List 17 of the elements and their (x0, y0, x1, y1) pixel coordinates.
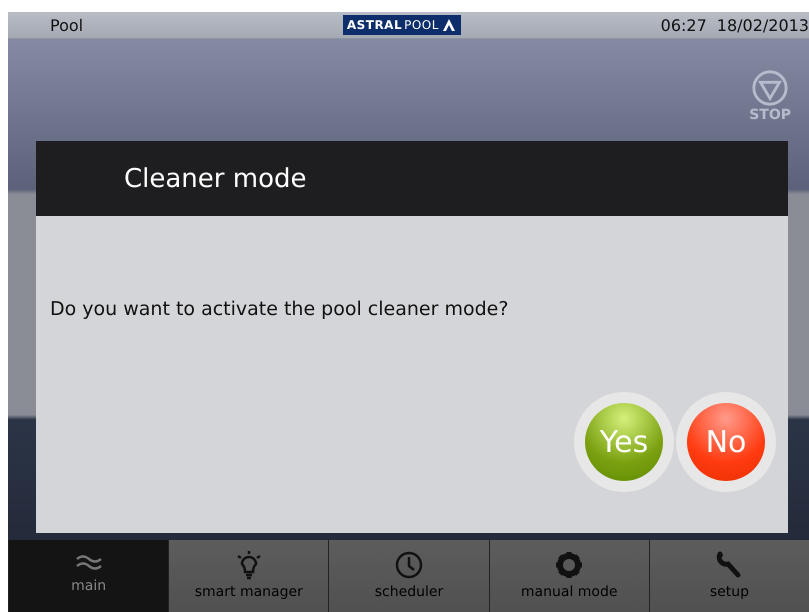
dialog-title: Cleaner mode (124, 164, 306, 194)
screen-title: Pool (50, 16, 84, 34)
nav-tab[interactable]: smart manager (168, 540, 328, 612)
dialog-button[interactable]: No (687, 403, 765, 481)
clock-date: 18/02/2013 (716, 16, 809, 34)
dialog-message: Do you want to activate the pool cleaner mode? (50, 298, 510, 320)
clock-icon (394, 550, 424, 580)
dialog-button[interactable]: Yes (585, 403, 663, 481)
nav-tab[interactable]: main (8, 540, 168, 612)
nav-tab[interactable]: manual mode (488, 540, 649, 612)
nav-tab[interactable]: scheduler (328, 540, 489, 612)
brand-logo: ASTRAL POOL (342, 15, 461, 35)
stop-icon[interactable] (751, 69, 790, 107)
clock-time: 06:27 (660, 16, 707, 34)
gear-icon (554, 550, 584, 580)
nav-tab[interactable]: setup (648, 540, 809, 612)
stop-label: STOP (749, 107, 791, 123)
